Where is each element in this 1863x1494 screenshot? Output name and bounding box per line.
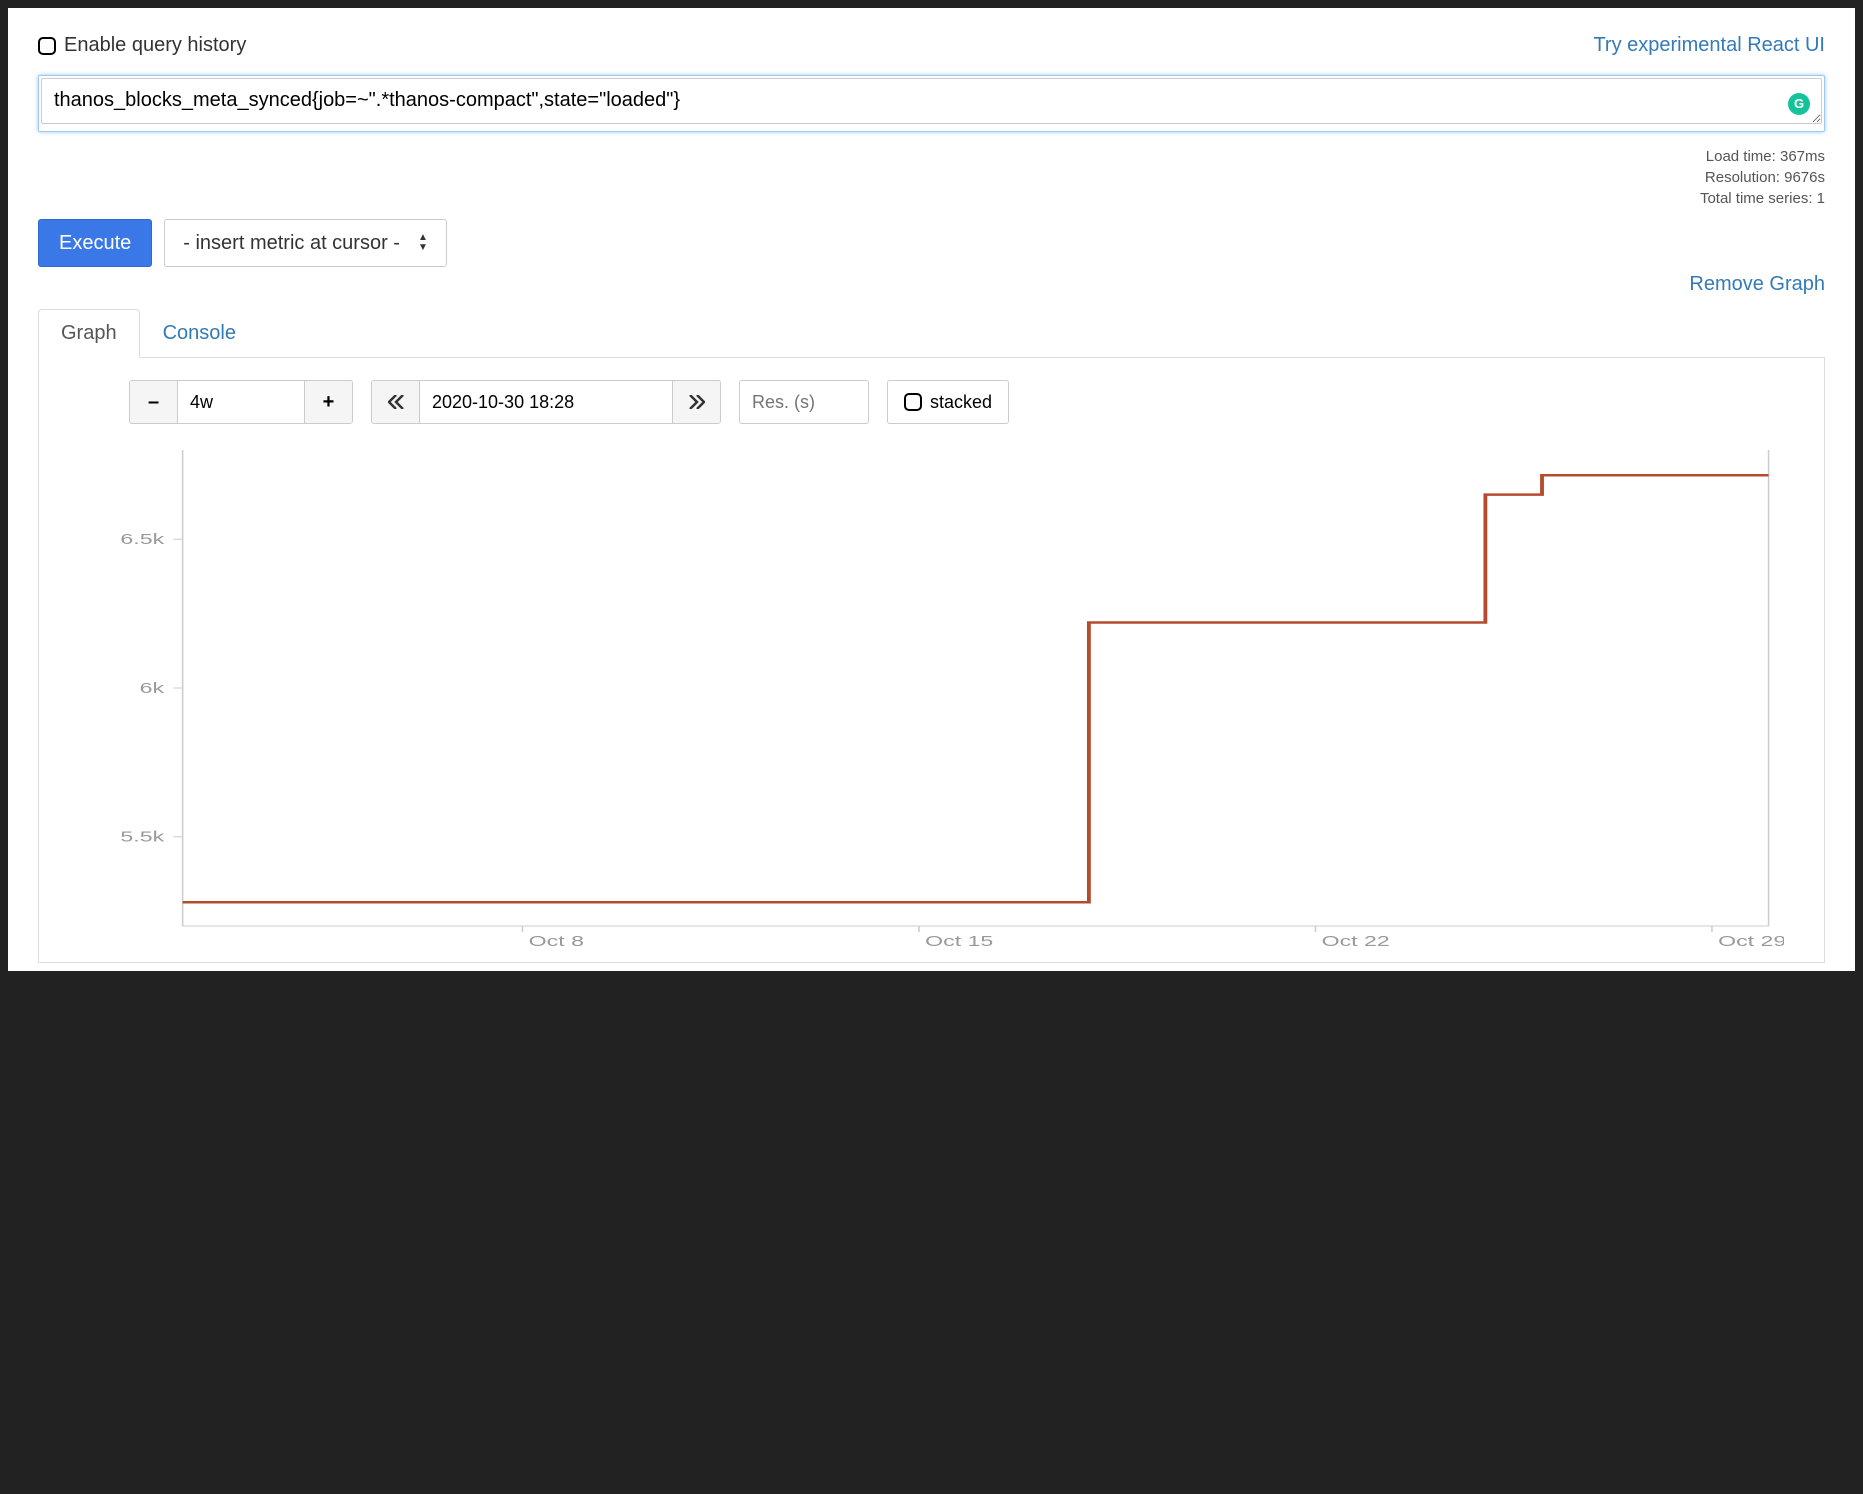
datetime-group	[371, 380, 721, 424]
svg-text:Oct 22: Oct 22	[1322, 933, 1390, 950]
checkbox-icon	[38, 37, 56, 55]
query-input-wrap: thanos_blocks_meta_synced{job=~".*thanos…	[38, 75, 1825, 132]
query-stats: Load time: 367ms Resolution: 9676s Total…	[38, 146, 1825, 209]
checkbox-icon	[904, 393, 922, 411]
time-forward-button[interactable]	[672, 381, 720, 423]
grammarly-icon: G	[1788, 93, 1810, 115]
tab-graph[interactable]: Graph	[38, 309, 140, 358]
graph-controls: – + stacked	[39, 380, 1824, 444]
svg-text:Oct 15: Oct 15	[925, 933, 993, 950]
stacked-toggle-button[interactable]: stacked	[887, 380, 1009, 424]
stat-total-series: Total time series: 1	[38, 188, 1825, 209]
svg-text:6.5k: 6.5k	[120, 531, 164, 548]
action-row: Execute - insert metric at cursor - ▲▼	[38, 219, 1825, 267]
chart-area[interactable]: 5.5k 6k 6.5k Oct 8 Oct 15 Oct 22 Oct 29	[87, 444, 1784, 954]
react-ui-link[interactable]: Try experimental React UI	[1593, 34, 1825, 57]
time-back-button[interactable]	[372, 381, 420, 423]
stat-load-time: Load time: 367ms	[38, 146, 1825, 167]
datetime-input[interactable]	[420, 381, 672, 423]
svg-text:Oct 29: Oct 29	[1718, 933, 1784, 950]
metric-select-label: - insert metric at cursor -	[183, 232, 400, 255]
range-group: – +	[129, 380, 353, 424]
prometheus-page: Enable query history Try experimental Re…	[8, 8, 1855, 971]
range-decrease-button[interactable]: –	[130, 381, 178, 423]
double-chevron-right-icon	[689, 395, 705, 409]
remove-graph-link[interactable]: Remove Graph	[1689, 273, 1825, 295]
chart-svg: 5.5k 6k 6.5k Oct 8 Oct 15 Oct 22 Oct 29	[87, 444, 1784, 954]
svg-text:5.5k: 5.5k	[120, 829, 164, 846]
remove-graph-row: Remove Graph	[38, 273, 1825, 296]
tab-console[interactable]: Console	[140, 309, 259, 358]
svg-text:6k: 6k	[140, 680, 165, 697]
double-chevron-left-icon	[388, 395, 404, 409]
caret-sort-icon: ▲▼	[418, 234, 428, 252]
stacked-label: stacked	[930, 392, 992, 413]
enable-history-toggle[interactable]: Enable query history	[38, 34, 246, 57]
execute-button[interactable]: Execute	[38, 219, 152, 267]
resolution-input[interactable]	[739, 380, 869, 424]
query-expression-input[interactable]: thanos_blocks_meta_synced{job=~".*thanos…	[41, 78, 1822, 124]
range-input[interactable]	[178, 381, 304, 423]
svg-text:Oct 8: Oct 8	[529, 933, 584, 950]
range-increase-button[interactable]: +	[304, 381, 352, 423]
tabs: Graph Console	[38, 308, 1825, 358]
insert-metric-select[interactable]: - insert metric at cursor - ▲▼	[164, 219, 447, 267]
graph-panel: – + stacked	[38, 358, 1825, 963]
enable-history-label: Enable query history	[64, 34, 246, 57]
top-row: Enable query history Try experimental Re…	[38, 34, 1825, 57]
stat-resolution: Resolution: 9676s	[38, 167, 1825, 188]
